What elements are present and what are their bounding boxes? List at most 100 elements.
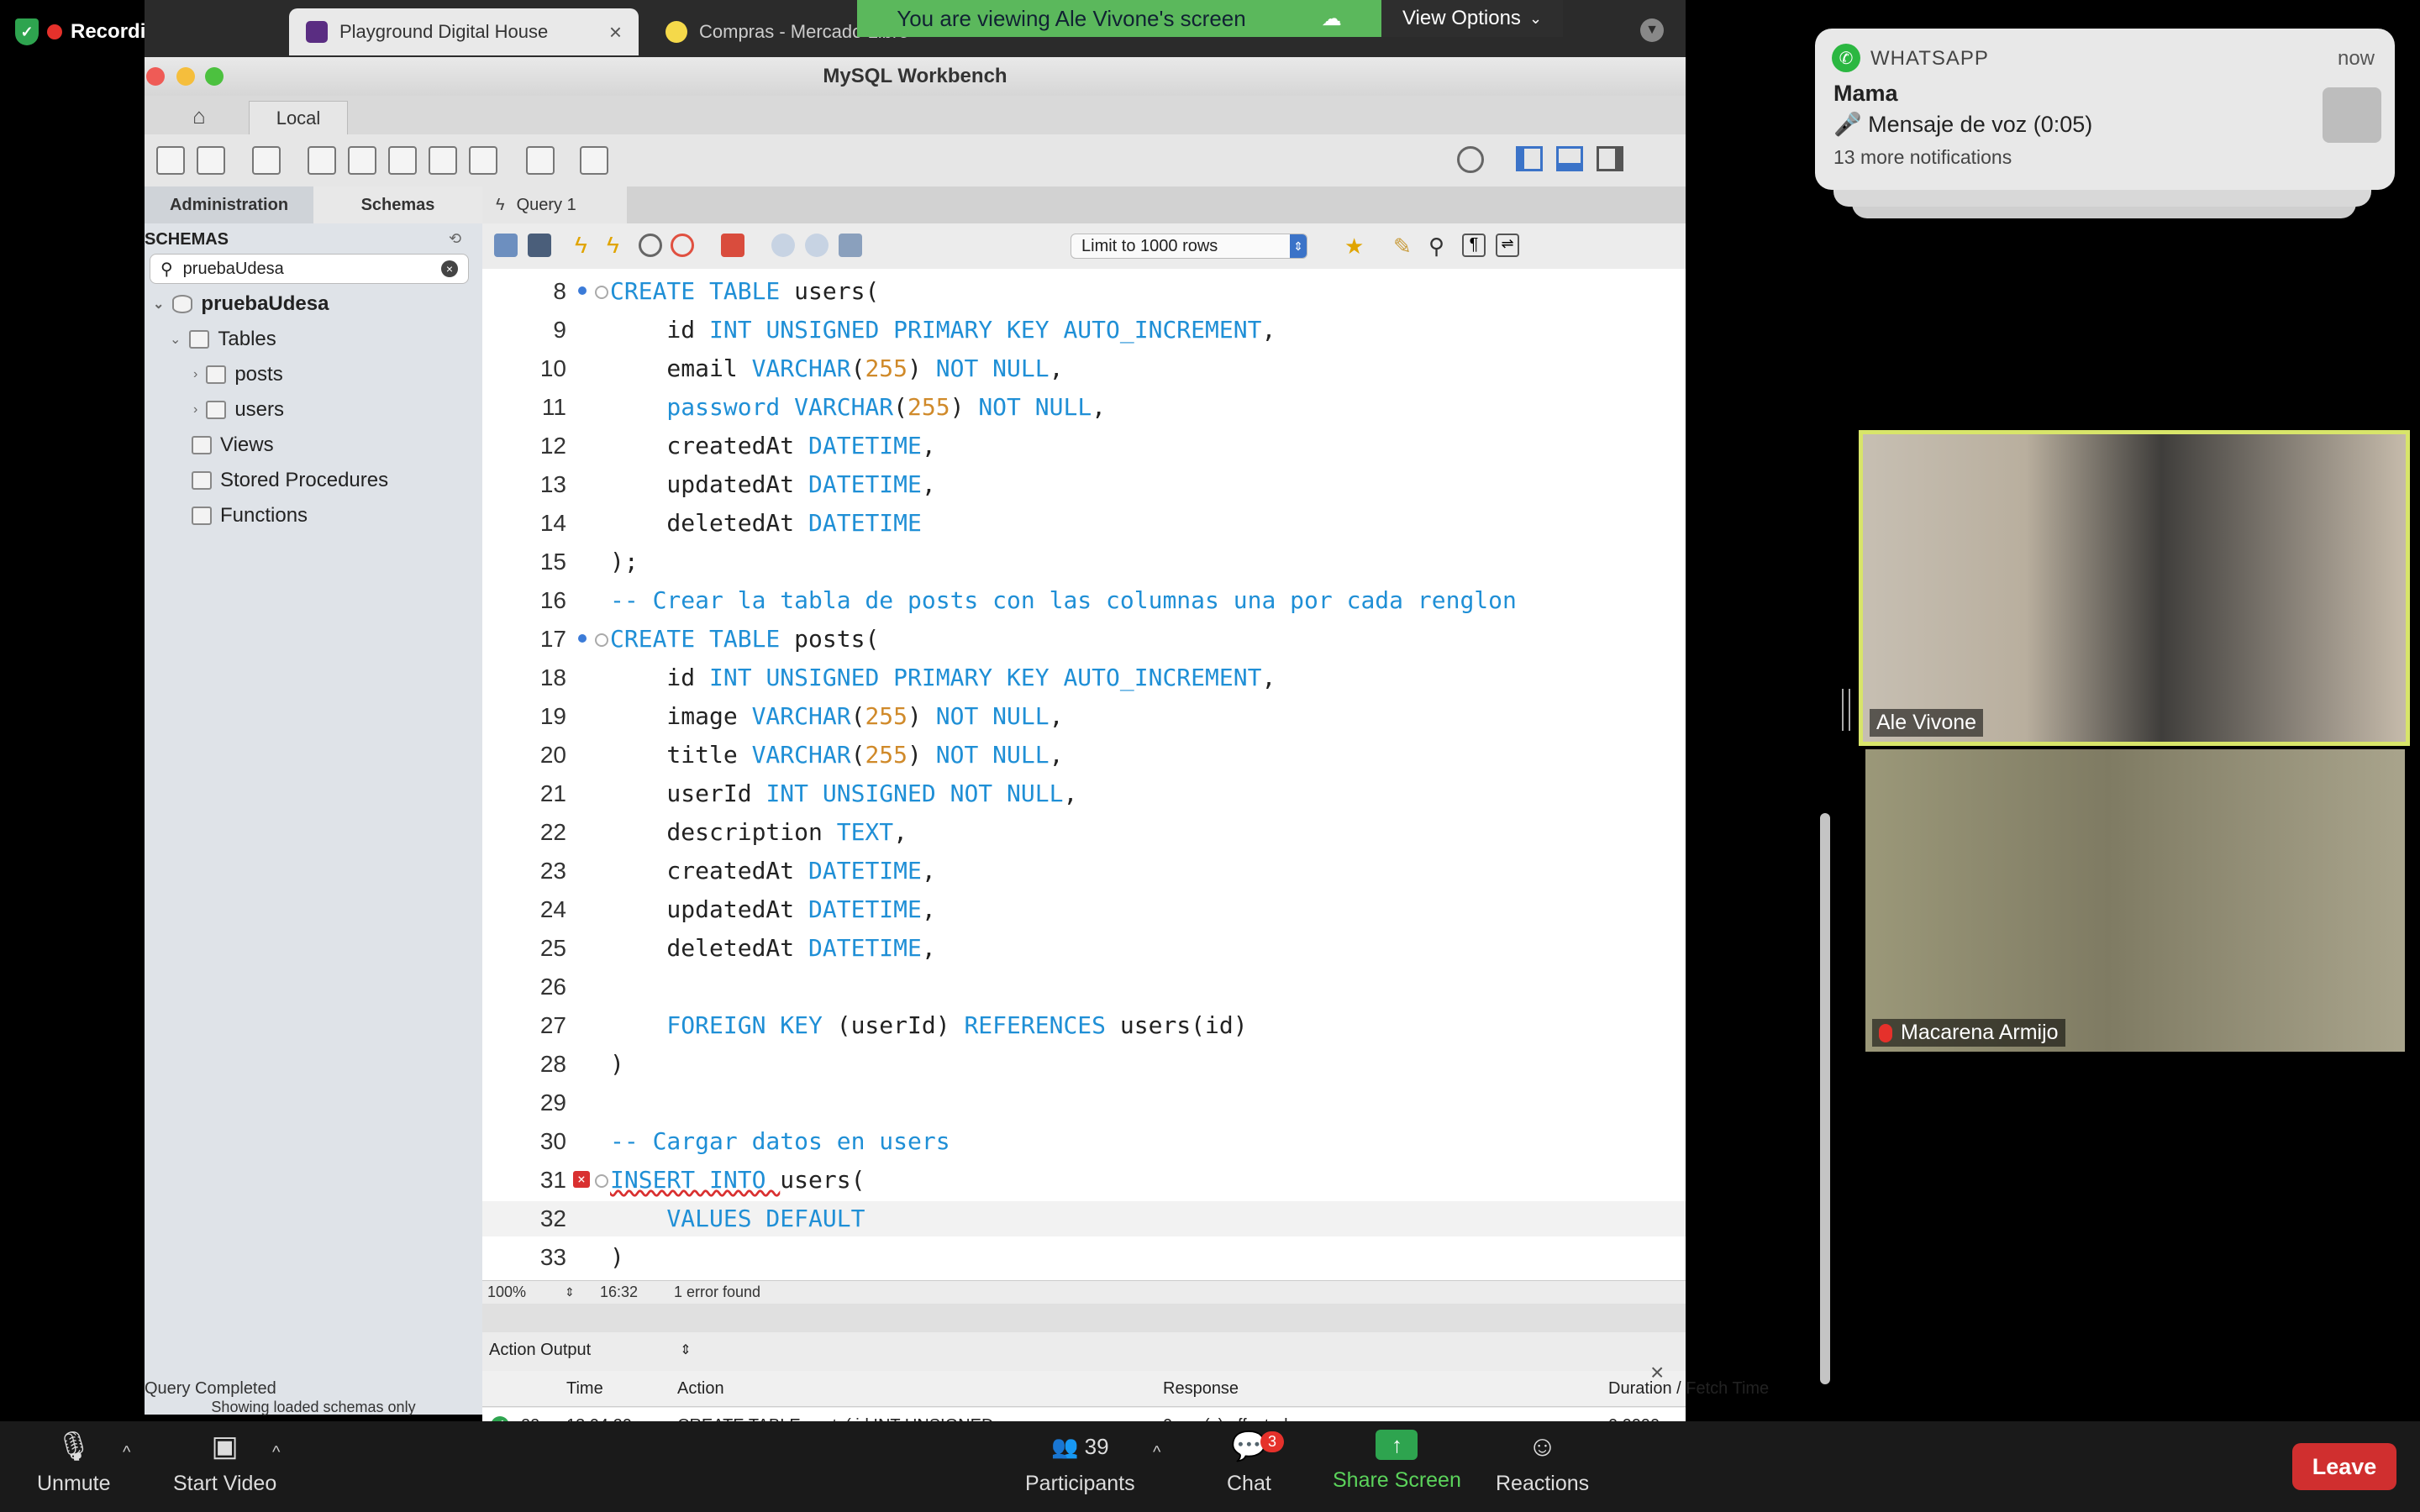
chevron-up-icon[interactable]: ^ bbox=[272, 1443, 280, 1462]
find-icon[interactable]: ⚲ bbox=[1428, 234, 1452, 259]
code-line[interactable]: 29 bbox=[482, 1085, 1686, 1121]
code-line[interactable]: 21 userId INT UNSIGNED NOT NULL, bbox=[482, 776, 1686, 811]
explain-icon[interactable] bbox=[639, 234, 662, 257]
whatsapp-notification[interactable]: ✆ WHATSAPP now Mama 🎤 Mensaje de voz (0:… bbox=[1815, 29, 2395, 190]
error-marker-icon[interactable]: × bbox=[573, 1171, 590, 1188]
video-tile-active-speaker[interactable]: Ale Vivone bbox=[1859, 430, 2410, 746]
code-line[interactable]: 22 description TEXT, bbox=[482, 815, 1686, 850]
toggle-error-icon[interactable] bbox=[721, 234, 744, 257]
fold-toggle-icon[interactable] bbox=[595, 1174, 608, 1188]
view-options-button[interactable]: View Options ⌄ bbox=[1381, 0, 1563, 37]
video-tile[interactable]: Macarena Armijo bbox=[1865, 749, 2405, 1052]
fold-toggle-icon[interactable] bbox=[595, 286, 608, 299]
rollback-icon[interactable] bbox=[805, 234, 829, 257]
code-line[interactable]: 25 deletedAt DATETIME, bbox=[482, 931, 1686, 966]
connection-tab-local[interactable]: Local bbox=[249, 101, 348, 135]
create-table-icon[interactable] bbox=[348, 146, 376, 175]
browser-tab-active[interactable]: Playground Digital House × bbox=[289, 8, 639, 55]
autocommit-icon[interactable] bbox=[839, 234, 862, 257]
create-procedure-icon[interactable] bbox=[429, 146, 457, 175]
code-line[interactable]: 9 id INT UNSIGNED PRIMARY KEY AUTO_INCRE… bbox=[482, 312, 1686, 348]
limit-rows-select[interactable]: Limit to 1000 rows ⇕ bbox=[1071, 234, 1307, 259]
code-line[interactable]: 33) bbox=[482, 1240, 1686, 1275]
code-line[interactable]: 10 email VARCHAR(255) NOT NULL, bbox=[482, 351, 1686, 386]
code-line[interactable]: 24 updatedAt DATETIME, bbox=[482, 892, 1686, 927]
code-line[interactable]: 26 bbox=[482, 969, 1686, 1005]
tree-schema[interactable]: ⌄ pruebaUdesa bbox=[153, 292, 329, 316]
share-screen-button[interactable]: ↑ Share Screen bbox=[1333, 1430, 1461, 1493]
code-line[interactable]: 27 FOREIGN KEY (userId) REFERENCES users… bbox=[482, 1008, 1686, 1043]
star-icon[interactable]: ★ bbox=[1344, 234, 1368, 259]
code-line[interactable]: 13 updatedAt DATETIME, bbox=[482, 467, 1686, 502]
toggle-output-icon[interactable] bbox=[1556, 146, 1583, 171]
tree-views[interactable]: Views bbox=[192, 433, 274, 457]
schema-filter-input[interactable]: ⚲ pruebaUdesa × bbox=[150, 254, 469, 284]
stop-icon[interactable] bbox=[671, 234, 694, 257]
zoom-level[interactable]: 100% bbox=[487, 1281, 526, 1303]
reactions-button[interactable]: ☺ Reactions bbox=[1496, 1430, 1589, 1496]
execute-icon[interactable]: ϟ bbox=[575, 234, 598, 257]
panel-splitter[interactable] bbox=[482, 1304, 1686, 1332]
code-line[interactable]: 19 image VARCHAR(255) NOT NULL, bbox=[482, 699, 1686, 734]
chat-button[interactable]: 💬 3 Chat bbox=[1227, 1430, 1285, 1496]
code-line[interactable]: 11 password VARCHAR(255) NOT NULL, bbox=[482, 390, 1686, 425]
create-function-icon[interactable] bbox=[469, 146, 497, 175]
zoom-window-icon[interactable] bbox=[205, 67, 224, 86]
code-line[interactable]: 31 × INSERT INTO users( bbox=[482, 1163, 1686, 1198]
code-line[interactable]: 17 CREATE TABLE posts( bbox=[482, 622, 1686, 657]
toggle-sidebar-icon[interactable] bbox=[1516, 146, 1543, 171]
execute-current-icon[interactable]: ϟ bbox=[607, 234, 630, 257]
tab-schemas[interactable]: Schemas bbox=[313, 186, 482, 223]
code-line[interactable]: 8 CREATE TABLE users( bbox=[482, 274, 1686, 309]
reconnect-icon[interactable] bbox=[580, 146, 608, 175]
tree-table-posts[interactable]: › posts bbox=[193, 363, 283, 386]
code-line[interactable]: 18 id INT UNSIGNED PRIMARY KEY AUTO_INCR… bbox=[482, 660, 1686, 696]
column-header[interactable]: Response bbox=[1163, 1371, 1239, 1406]
code-line[interactable]: 32 VALUES DEFAULT bbox=[482, 1201, 1686, 1236]
chevron-up-icon[interactable]: ^ bbox=[123, 1443, 130, 1462]
stepper-icon[interactable]: ⇕ bbox=[565, 1281, 575, 1303]
leave-button[interactable]: Leave bbox=[2292, 1443, 2396, 1490]
open-file-icon[interactable] bbox=[494, 234, 518, 257]
panel-resize-handle[interactable] bbox=[1842, 689, 1850, 731]
close-window-icon[interactable] bbox=[146, 67, 165, 86]
editor-scrollbar[interactable] bbox=[1820, 813, 1830, 1384]
chevron-down-icon[interactable]: ▼ bbox=[1640, 18, 1664, 42]
refresh-icon[interactable]: ⟲ bbox=[449, 230, 461, 248]
minimize-window-icon[interactable] bbox=[176, 67, 195, 86]
invisible-chars-icon[interactable]: ¶ bbox=[1462, 234, 1486, 257]
new-sql-tab-icon[interactable] bbox=[156, 146, 185, 175]
close-output-icon[interactable]: × bbox=[1650, 1359, 1664, 1386]
settings-icon[interactable] bbox=[1457, 146, 1484, 173]
close-tab-icon[interactable]: × bbox=[609, 19, 622, 45]
home-icon[interactable]: ⌂ bbox=[161, 99, 237, 133]
save-icon[interactable] bbox=[528, 234, 551, 257]
code-line[interactable]: 20 title VARCHAR(255) NOT NULL, bbox=[482, 738, 1686, 773]
tree-tables[interactable]: ⌄ Tables bbox=[170, 328, 276, 351]
chevron-up-icon[interactable]: ^ bbox=[1153, 1443, 1160, 1462]
toggle-secondary-sidebar-icon[interactable] bbox=[1597, 146, 1623, 171]
commit-icon[interactable] bbox=[771, 234, 795, 257]
unmute-button[interactable]: 🎙 Unmute bbox=[37, 1430, 111, 1496]
code-line[interactable]: 30 -- Cargar datos en users bbox=[482, 1124, 1686, 1159]
tree-stored-procedures[interactable]: Stored Procedures bbox=[192, 469, 388, 492]
beautify-icon[interactable]: ✎ bbox=[1393, 234, 1417, 259]
create-schema-icon[interactable] bbox=[308, 146, 336, 175]
tab-query-1[interactable]: ϟ Query 1 bbox=[482, 186, 627, 223]
tree-functions[interactable]: Functions bbox=[192, 504, 308, 528]
clear-filter-icon[interactable]: × bbox=[441, 260, 458, 277]
create-view-icon[interactable] bbox=[388, 146, 417, 175]
code-line[interactable]: 28) bbox=[482, 1047, 1686, 1082]
code-line[interactable]: 15); bbox=[482, 544, 1686, 580]
code-line[interactable]: 23 createdAt DATETIME, bbox=[482, 853, 1686, 889]
fold-toggle-icon[interactable] bbox=[595, 633, 608, 647]
column-header[interactable]: Time bbox=[566, 1371, 603, 1406]
search-table-data-icon[interactable] bbox=[526, 146, 555, 175]
column-header[interactable]: Duration / Fetch Time bbox=[1608, 1371, 1769, 1406]
inspector-icon[interactable] bbox=[252, 146, 281, 175]
word-wrap-icon[interactable]: ⇌ bbox=[1496, 234, 1519, 257]
output-selector[interactable]: Action Output ⇕ bbox=[482, 1332, 1686, 1368]
tab-administration[interactable]: Administration bbox=[145, 186, 313, 223]
code-line[interactable]: 12 createdAt DATETIME, bbox=[482, 428, 1686, 464]
open-sql-script-icon[interactable] bbox=[197, 146, 225, 175]
